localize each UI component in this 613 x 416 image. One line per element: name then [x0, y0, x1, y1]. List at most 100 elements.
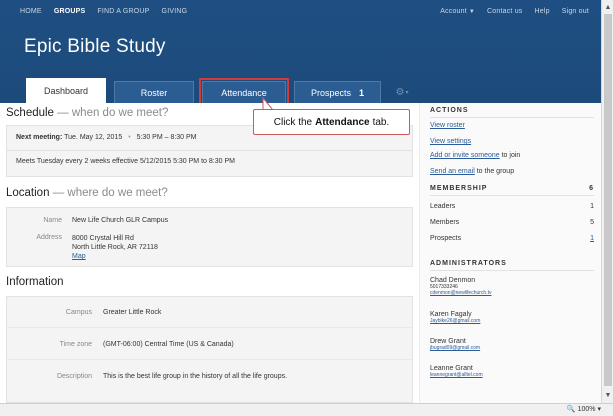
add-invite-link[interactable]: Add or invite someone	[430, 152, 500, 159]
location-name-value: New Life Church GLR Campus	[72, 217, 169, 224]
sidebar: ACTIONS View roster View settings Add or…	[419, 103, 601, 403]
scroll-up-icon[interactable]: ▲	[602, 1, 613, 13]
divider	[7, 327, 412, 328]
membership-heading-label: MEMBERSHIP	[430, 185, 488, 192]
address-line-2: North Little Rock, AR 72118	[72, 244, 158, 251]
next-meeting-date: Tue. May 12, 2015	[64, 134, 123, 141]
send-email-suffix: to the group	[476, 168, 515, 175]
schedule-description: Meets Tuesday every 2 weeks effective 5/…	[16, 158, 235, 165]
status-bar: 🔍 100% ▾	[0, 403, 613, 416]
timezone-label: Time zone	[59, 341, 92, 348]
members-count: 5	[590, 219, 594, 226]
schedule-heading: Schedule — when do we meet?	[6, 107, 168, 119]
divider	[7, 150, 412, 151]
timezone-row: Time zone (GMT-06:00) Central Time (US &…	[7, 341, 234, 348]
nav-find-group-link[interactable]: FIND A GROUP	[97, 8, 149, 15]
zoom-icon: 🔍	[566, 406, 576, 413]
admin-name: Chad Denmon	[430, 277, 476, 284]
view-roster-link[interactable]: View roster	[430, 122, 465, 129]
site-header: HOME GROUPS FIND A GROUP GIVING Account ▼…	[0, 0, 601, 106]
view-settings-link[interactable]: View settings	[430, 138, 471, 145]
actions-heading: ACTIONS	[430, 107, 594, 114]
tab-dashboard[interactable]: Dashboard	[26, 78, 106, 103]
contact-us-link[interactable]: Contact us	[487, 8, 522, 15]
schedule-subtitle: — when do we meet?	[57, 107, 169, 119]
prospects-label: Prospects	[430, 235, 462, 242]
admin-email-link[interactable]: jbugrad09@gmail.com	[430, 345, 480, 351]
scroll-down-icon[interactable]: ▼	[602, 389, 613, 401]
membership-heading: MEMBERSHIP 6	[430, 185, 594, 192]
divider	[430, 117, 594, 118]
administrators-heading: ADMINISTRATORS	[430, 260, 594, 267]
send-email-line: Send an email to the group	[430, 168, 514, 175]
admin-entry: Karen Fagaly Jaybike26@gmail.com	[430, 311, 480, 324]
membership-count: 6	[589, 185, 594, 192]
members-row: Members 5	[430, 219, 594, 226]
campus-row: Campus Greater Little Rock	[7, 309, 161, 316]
account-menu-label: Account	[440, 8, 467, 15]
schedule-title: Schedule	[6, 107, 54, 119]
account-menu[interactable]: Account ▼	[440, 8, 475, 15]
description-value: This is the best life group in the histo…	[103, 373, 288, 380]
nav-home-link[interactable]: HOME	[20, 8, 42, 15]
add-invite-suffix: to join	[501, 152, 521, 159]
zoom-control[interactable]: 🔍 100% ▾	[566, 405, 601, 414]
caret-down-icon: ▼	[468, 9, 476, 15]
divider	[7, 359, 412, 360]
main-column: Schedule — when do we meet? Next meeting…	[0, 103, 419, 403]
group-title: Epic Bible Study	[24, 36, 166, 57]
location-name-label: Name	[43, 217, 62, 224]
callout-text-pre: Click the	[273, 116, 313, 128]
campus-label: Campus	[65, 309, 92, 316]
help-link[interactable]: Help	[535, 8, 550, 15]
instruction-callout: Click the Attendance tab.	[253, 109, 410, 135]
admin-entry: Leanne Grant leannegrant@alltel.com	[430, 365, 483, 378]
address-line-1: 8000 Crystal Hill Rd	[72, 235, 134, 242]
divider	[430, 195, 594, 196]
separator-dot: •	[128, 134, 131, 141]
zoom-level: 100%	[577, 405, 596, 413]
sign-out-link[interactable]: Sign out	[562, 8, 589, 15]
location-panel: Name New Life Church GLR Campus Address …	[6, 207, 413, 267]
send-email-link[interactable]: Send an email	[430, 168, 475, 175]
description-label: Description	[56, 373, 92, 380]
tab-roster[interactable]: Roster	[114, 81, 194, 103]
location-address-row: Address 8000 Crystal Hill Rd North Littl…	[7, 234, 158, 261]
group-tabs: Dashboard Roster Attendance Prospects 1 …	[26, 72, 415, 106]
admin-name: Leanne Grant	[430, 365, 473, 372]
add-invite-line: Add or invite someone to join	[430, 152, 520, 159]
prospects-count-link[interactable]: 1	[590, 235, 594, 242]
location-heading: Location — where do we meet?	[6, 187, 168, 199]
nav-groups-link[interactable]: GROUPS	[54, 8, 86, 15]
leaders-label: Leaders	[430, 203, 456, 210]
nav-giving-link[interactable]: GIVING	[162, 8, 188, 15]
admin-email-link[interactable]: cdenmon@newlifechurch.tv	[430, 290, 492, 296]
tab-prospects[interactable]: Prospects 1	[294, 81, 382, 103]
leaders-count: 1	[590, 203, 594, 210]
browser-viewport: HOME GROUPS FIND A GROUP GIVING Account ▼…	[0, 0, 601, 403]
vertical-scrollbar[interactable]: ▲ ▼	[601, 0, 613, 403]
divider	[430, 270, 594, 271]
prospects-count-badge: 1	[359, 87, 365, 98]
location-address-value: 8000 Crystal Hill Rd North Little Rock, …	[72, 234, 158, 261]
callout-text-strong: Attendance	[315, 116, 370, 128]
next-meeting: Next meeting: Tue. May 12, 2015 • 5:30 P…	[16, 134, 197, 141]
actions-heading-label: ACTIONS	[430, 107, 469, 114]
admin-email-link[interactable]: Jaybike26@gmail.com	[430, 318, 480, 324]
page-content: Schedule — when do we meet? Next meeting…	[0, 103, 601, 403]
top-navigation: HOME GROUPS FIND A GROUP GIVING Account ▼…	[0, 0, 601, 23]
description-row: Description This is the best life group …	[7, 373, 287, 380]
timezone-value: (GMT-06:00) Central Time (US & Canada)	[103, 341, 234, 348]
admin-email-link[interactable]: leannegrant@alltel.com	[430, 372, 483, 378]
scrollbar-thumb[interactable]	[604, 14, 612, 386]
members-label: Members	[430, 219, 460, 226]
campus-value: Greater Little Rock	[103, 309, 162, 316]
map-link[interactable]: Map	[72, 252, 158, 261]
admin-entry: Chad Denmon 5017333246 cdenmon@newlifech…	[430, 277, 492, 296]
information-title: Information	[6, 276, 64, 288]
information-panel: Campus Greater Little Rock Time zone (GM…	[6, 296, 413, 403]
administrators-heading-label: ADMINISTRATORS	[430, 260, 507, 267]
location-title: Location	[6, 187, 50, 199]
chevron-down-icon: ▾	[597, 406, 601, 413]
gear-icon[interactable]: ⚙ ▾	[389, 81, 415, 103]
